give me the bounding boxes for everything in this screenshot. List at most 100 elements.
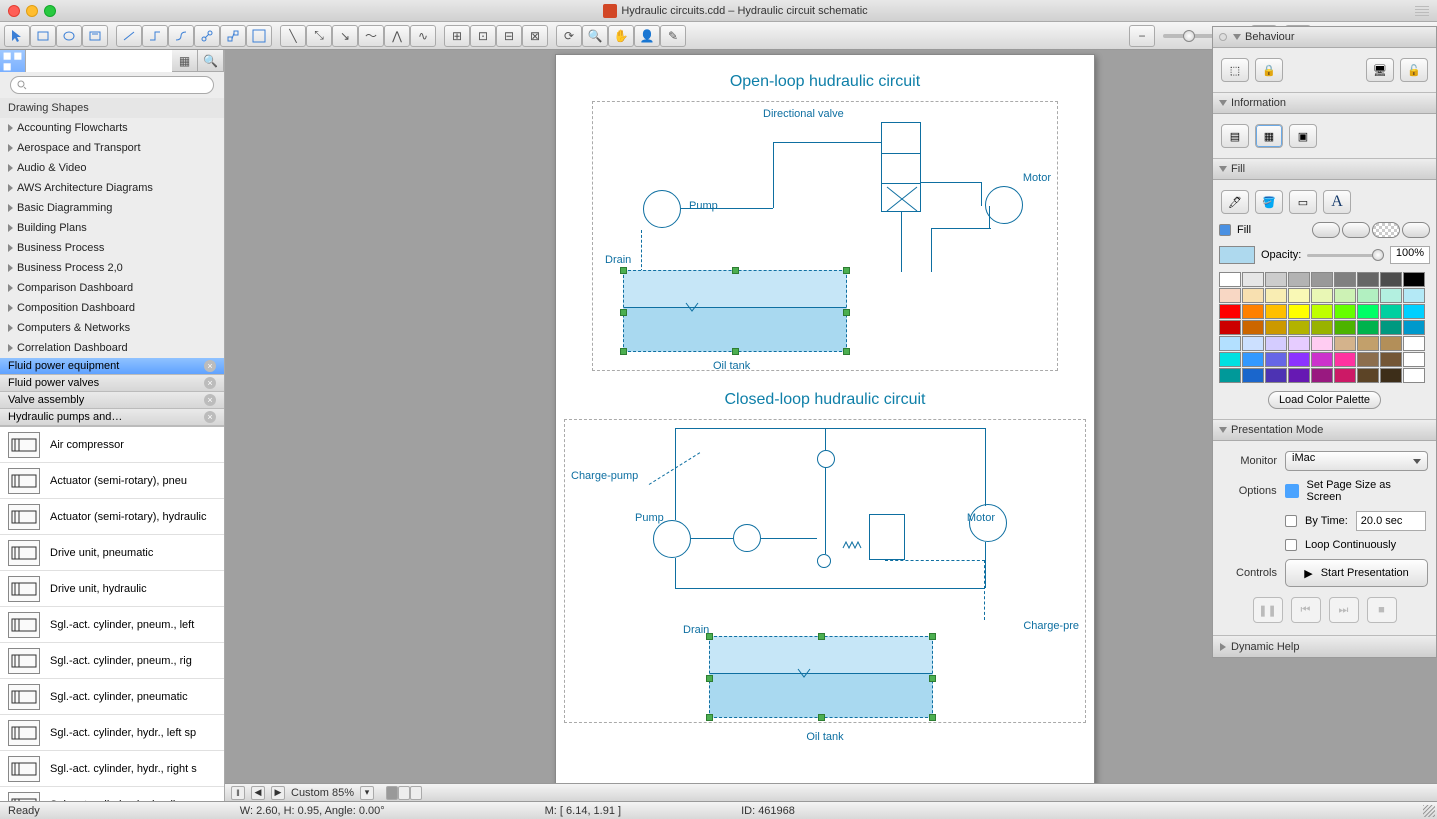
line-tool-1[interactable]: ╲ [280,25,306,47]
shape-item[interactable]: Sgl.-act. cylinder, hydr., left sp [0,715,224,751]
color-swatch[interactable] [1219,304,1241,319]
resize-grip[interactable] [1423,805,1435,817]
color-swatch[interactable] [1357,336,1379,351]
color-swatch[interactable] [1219,288,1241,303]
color-swatch[interactable] [1380,272,1402,287]
color-swatch[interactable] [1357,352,1379,367]
shape-item[interactable]: Actuator (semi-rotary), pneu [0,463,224,499]
shape-item[interactable]: Sgl.-act. cylinder, hydr., right s [0,751,224,787]
color-swatch[interactable] [1357,368,1379,383]
shape-item[interactable]: Sgl.-act. cylinder, pneum., left [0,607,224,643]
color-swatch[interactable] [1311,368,1333,383]
next-slide-button[interactable]: ⏭ [1329,597,1359,623]
color-swatch[interactable] [1242,288,1264,303]
zoom-dropdown[interactable]: ▾ [360,786,374,800]
color-swatch[interactable] [1311,352,1333,367]
eyedropper-tool[interactable]: ✎ [660,25,686,47]
connector-tool-3[interactable] [168,25,194,47]
group-tool-4[interactable]: ⊠ [522,25,548,47]
color-swatch[interactable] [1334,304,1356,319]
color-swatch[interactable] [1242,352,1264,367]
sublibrary-row[interactable]: Fluid power valves× [0,375,224,392]
color-swatch[interactable] [1357,288,1379,303]
color-swatch[interactable] [1219,352,1241,367]
inspector-information-header[interactable]: Information [1213,93,1436,114]
page-next-button[interactable]: ▶ [271,786,285,800]
category-item[interactable]: Correlation Dashboard [0,338,224,358]
color-swatch[interactable] [1288,336,1310,351]
inspector-presentation-header[interactable]: Presentation Mode [1213,420,1436,441]
pause-button[interactable]: ❚❚ [1253,597,1283,623]
color-swatch[interactable] [1242,304,1264,319]
color-swatch[interactable] [1403,272,1425,287]
color-swatch[interactable] [1288,272,1310,287]
rect-tool[interactable] [30,25,56,47]
library-search-input[interactable] [10,76,214,94]
connector-tool-6[interactable] [246,25,272,47]
opacity-value[interactable]: 100% [1390,246,1430,264]
color-swatch[interactable] [1311,288,1333,303]
info-btn-3[interactable]: ▣ [1289,124,1317,148]
page-thumb-1[interactable] [386,786,398,800]
pointer-tool[interactable] [4,25,30,47]
line-tool-2[interactable]: ⤡ [306,25,332,47]
category-item[interactable]: Comparison Dashboard [0,278,224,298]
shape-item[interactable]: Sgl.-act. cylinder, pneumatic [0,679,224,715]
color-swatch[interactable] [1265,368,1287,383]
color-swatch[interactable] [1265,272,1287,287]
close-icon[interactable]: × [204,377,216,389]
color-swatch[interactable] [1403,288,1425,303]
color-swatch[interactable] [1334,272,1356,287]
library-tab-shapes[interactable] [0,50,26,72]
category-item[interactable]: Building Plans [0,218,224,238]
zoom-window-button[interactable] [44,5,56,17]
by-time-field[interactable] [1356,511,1426,531]
shape-item[interactable]: Air compressor [0,427,224,463]
color-swatch[interactable] [1334,352,1356,367]
color-swatch[interactable] [1219,336,1241,351]
color-swatch[interactable] [1242,368,1264,383]
loop-checkbox[interactable] [1285,539,1297,551]
sublibrary-row[interactable]: Valve assembly× [0,392,224,409]
group-tool-1[interactable]: ⊞ [444,25,470,47]
color-swatch[interactable] [1403,304,1425,319]
behaviour-btn-3[interactable]: 🖥 [1366,58,1394,82]
category-item[interactable]: Audio & Video [0,158,224,178]
color-swatch[interactable] [1265,304,1287,319]
curve-tool[interactable]: 〜 [358,25,384,47]
color-swatch[interactable] [1380,320,1402,335]
page-prev-button[interactable]: ◀ [251,786,265,800]
color-swatch[interactable] [1334,320,1356,335]
category-item[interactable]: Business Process 2,0 [0,258,224,278]
library-view-grid[interactable]: ▦ [172,50,198,72]
connector-tool-5[interactable] [220,25,246,47]
color-swatch[interactable] [1288,288,1310,303]
category-item[interactable]: Aerospace and Transport [0,138,224,158]
fill-checkbox[interactable] [1219,224,1231,236]
sublibrary-row[interactable]: Fluid power equipment× [0,358,224,375]
oil-tank-shape-1[interactable] [623,270,847,352]
spline-tool[interactable]: ∿ [410,25,436,47]
fill-color-swatch[interactable] [1219,246,1255,264]
ellipse-tool[interactable] [56,25,82,47]
stop-button[interactable]: ■ [1367,597,1397,623]
fill-tab-text[interactable]: A [1323,190,1351,214]
behaviour-lock-button[interactable]: 🔒 [1255,58,1283,82]
color-swatch[interactable] [1288,304,1310,319]
monitor-select[interactable]: iMac [1285,451,1428,471]
category-item[interactable]: AWS Architecture Diagrams [0,178,224,198]
color-swatch[interactable] [1311,304,1333,319]
fill-tab-shadow[interactable]: ▭ [1289,190,1317,214]
connector-tool-1[interactable] [116,25,142,47]
color-swatch[interactable] [1380,352,1402,367]
person-tool[interactable]: 👤 [634,25,660,47]
color-swatch[interactable] [1242,272,1264,287]
group-tool-3[interactable]: ⊟ [496,25,522,47]
page-thumb-2[interactable] [398,786,410,800]
inspector-behaviour-header[interactable]: Behaviour [1213,27,1436,48]
shape-item[interactable]: Drive unit, hydraulic [0,571,224,607]
color-swatch[interactable] [1380,368,1402,383]
color-swatch[interactable] [1242,320,1264,335]
load-palette-button[interactable]: Load Color Palette [1268,391,1381,409]
color-swatch[interactable] [1311,320,1333,335]
